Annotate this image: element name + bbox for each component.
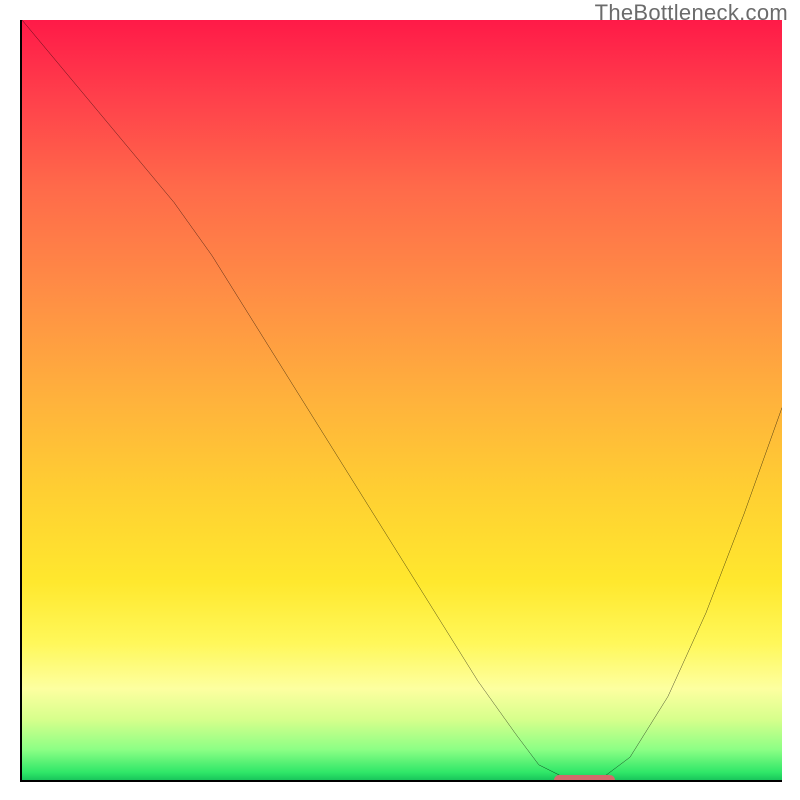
bottleneck-curve: [22, 20, 782, 780]
chart-frame: TheBottleneck.com: [0, 0, 800, 800]
plot-area: [20, 20, 782, 782]
optimal-range-marker: [554, 775, 615, 782]
curve-line: [22, 20, 782, 780]
